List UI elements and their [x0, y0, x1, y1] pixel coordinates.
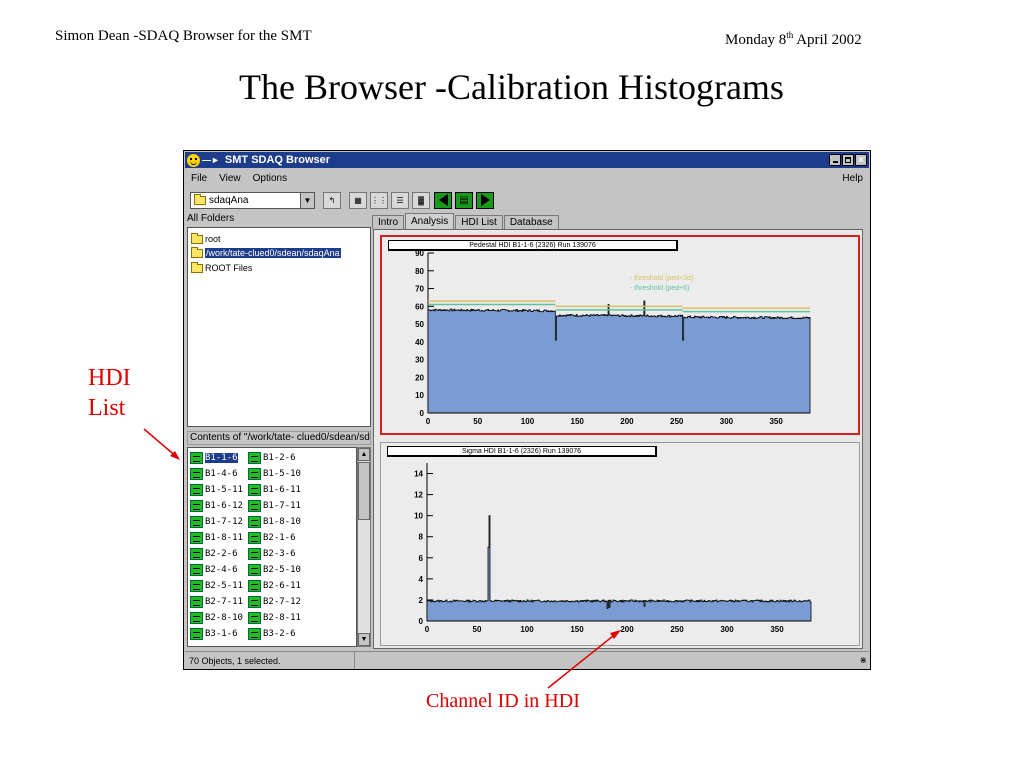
arrow-to-channel-axis — [547, 631, 619, 689]
annotation-arrows — [143, 428, 621, 689]
